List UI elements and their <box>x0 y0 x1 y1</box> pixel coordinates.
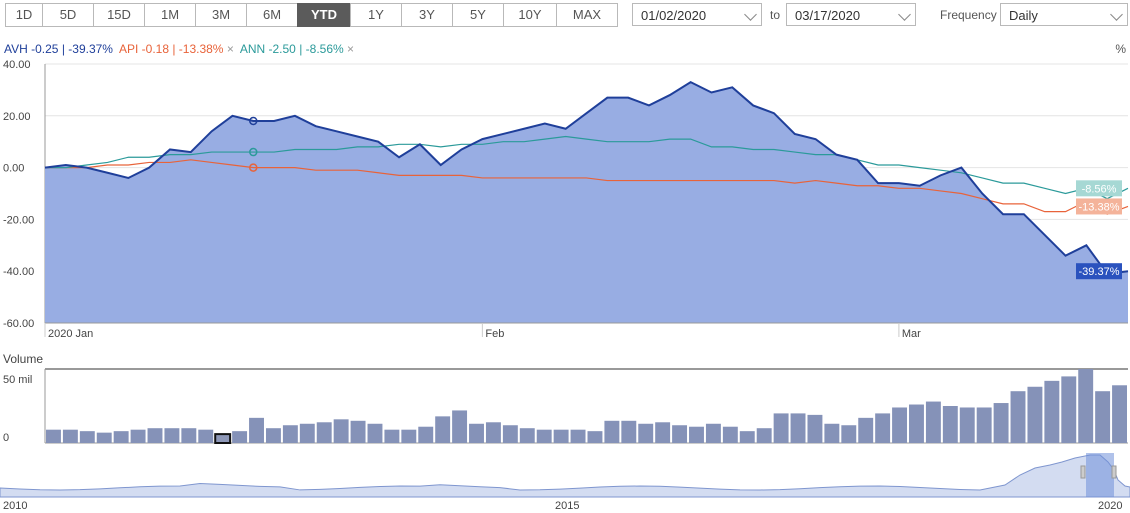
volume-bar <box>316 422 332 443</box>
volume-bar <box>350 420 366 443</box>
x-tick-label: Mar <box>902 328 921 340</box>
x-tick-label: Feb <box>485 328 504 340</box>
volume-bar <box>722 426 738 443</box>
volume-bar <box>1095 391 1111 443</box>
volume-bar <box>418 426 434 443</box>
y-tick-label: -20.00 <box>3 214 34 226</box>
volume-bar <box>705 423 721 443</box>
volume-bar <box>452 410 468 443</box>
volume-bar <box>638 423 654 443</box>
volume-bar <box>790 413 806 443</box>
volume-bar <box>621 420 637 443</box>
volume-bar <box>79 431 95 443</box>
volume-bar <box>773 413 789 443</box>
volume-bar <box>925 401 941 443</box>
navigator-handle-right <box>1111 465 1117 479</box>
volume-bar <box>553 429 569 443</box>
volume-bar <box>892 407 908 443</box>
volume-bar <box>164 428 180 443</box>
navigator-x-label: 2010 <box>3 500 27 512</box>
volume-bar <box>485 422 501 443</box>
volume-bar <box>232 431 248 443</box>
volume-bar <box>282 425 298 443</box>
volume-bar <box>384 429 400 443</box>
volume-bar <box>333 419 349 443</box>
volume-bar <box>1112 385 1127 443</box>
avh-area <box>45 82 1128 323</box>
volume-bar <box>1010 391 1026 443</box>
volume-bar <box>502 425 518 443</box>
volume-bar <box>807 414 823 443</box>
volume-bar <box>570 429 586 443</box>
volume-bar <box>1061 376 1077 443</box>
volume-bar <box>739 431 755 443</box>
volume-bar <box>130 429 146 443</box>
y-tick-label: 20.00 <box>3 111 31 123</box>
navigator-handle-left <box>1080 465 1086 479</box>
volume-bar <box>1044 380 1060 443</box>
volume-bar <box>1027 386 1043 443</box>
volume-bar <box>858 417 874 443</box>
volume-bar <box>469 423 484 443</box>
volume-bar <box>401 429 417 443</box>
x-tick-label: 2020 Jan <box>48 328 93 340</box>
volume-bar <box>214 433 232 444</box>
volume-bar <box>62 429 78 443</box>
volume-bar <box>367 423 383 443</box>
volume-bar <box>46 429 61 443</box>
volume-bar <box>942 406 958 443</box>
y-tick-label: -60.00 <box>3 318 34 330</box>
volume-bar <box>604 420 620 443</box>
volume-bar <box>875 413 891 443</box>
volume-bar <box>96 432 112 443</box>
volume-bar <box>435 416 451 443</box>
navigator-selection <box>1086 453 1114 497</box>
y-tick-label: 0.00 <box>3 163 24 175</box>
volume-bar <box>587 431 603 443</box>
y-tick-label: 40.00 <box>3 59 31 71</box>
y-tick-label: -40.00 <box>3 266 34 278</box>
volume-bar <box>909 404 924 443</box>
chart-area: 40.00 20.00 0.00 -20.00 -40.00 -60.00 -8.56% -1… <box>0 59 1130 512</box>
volume-bar <box>976 407 992 443</box>
volume-bar <box>265 428 281 443</box>
volume-bar <box>113 431 129 443</box>
volume-bar <box>841 425 857 443</box>
volume-bar <box>299 423 315 443</box>
navigator-x-label: 2020 <box>1098 500 1122 512</box>
ann-last-label: -8.56% <box>1082 183 1117 195</box>
volume-bar <box>655 422 671 443</box>
volume-bar <box>1078 369 1094 443</box>
volume-bar <box>147 428 163 443</box>
navigator-x-label: 2015 <box>555 500 579 512</box>
navigator-area <box>0 454 1130 498</box>
volume-bar <box>824 423 840 443</box>
volume-bar <box>993 403 1009 443</box>
volume-title: Volume <box>3 352 43 366</box>
volume-bar <box>536 429 552 443</box>
volume-bar <box>672 425 688 443</box>
api-last-label: -13.38% <box>1079 201 1120 213</box>
volume-bar <box>756 428 772 443</box>
volume-bar <box>959 407 975 443</box>
volume-tick-label: 0 <box>3 432 9 444</box>
volume-bar <box>519 428 535 443</box>
volume-bar <box>249 417 264 443</box>
avh-last-label: -39.37% <box>1079 266 1120 278</box>
volume-bar <box>689 426 704 443</box>
volume-tick-label: 50 mil <box>3 374 32 386</box>
volume-bar <box>181 428 197 443</box>
volume-bar <box>198 429 214 443</box>
